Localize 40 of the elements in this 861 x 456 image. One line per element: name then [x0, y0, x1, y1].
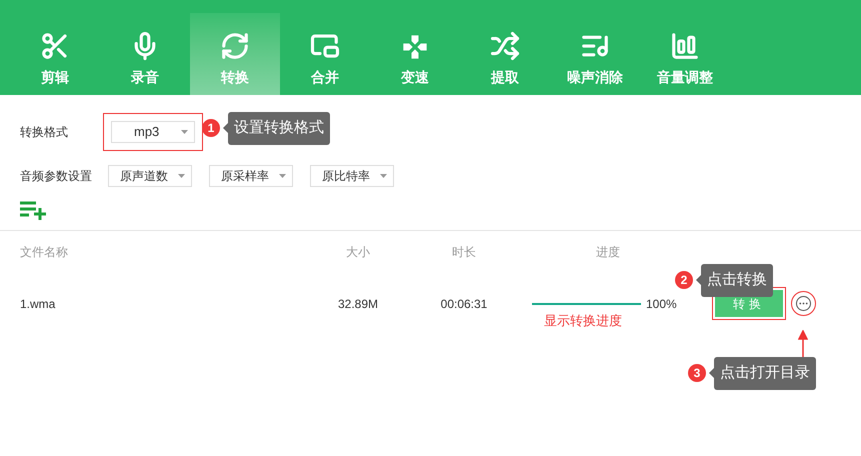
progress-note: 显示转换进度	[544, 312, 622, 330]
table-cell-text: 00:06:31	[440, 296, 488, 312]
column-header: 文件名称	[20, 244, 69, 261]
pointer-arrow	[798, 330, 808, 358]
caret-icon	[380, 174, 387, 178]
toolbar-tab[interactable]: 转换	[190, 13, 280, 95]
shuffle-icon	[490, 31, 520, 61]
toolbar-tab[interactable]: 提取	[460, 13, 550, 95]
refresh-icon	[220, 31, 250, 61]
format-select[interactable]: mp3	[111, 120, 195, 142]
caret-icon	[279, 174, 286, 178]
step-number-badge: 3	[688, 364, 706, 382]
caret-icon	[178, 174, 185, 178]
toolbar-tab[interactable]: 音量调整	[640, 13, 730, 95]
toolbar-tab[interactable]: 噪声消除	[550, 13, 640, 95]
parameter-select[interactable]: 原比特率	[310, 165, 394, 187]
more-icon[interactable]	[796, 296, 811, 311]
column-header: 时长	[452, 244, 476, 261]
toolbar-tab[interactable]: 剪辑	[10, 13, 100, 95]
tooltip: 点击转换	[701, 264, 773, 296]
tooltip: 设置转换格式	[228, 112, 330, 144]
bar-chart-icon	[670, 31, 700, 61]
tooltip: 点击打开目录	[714, 357, 816, 390]
progress-percent: 100%	[646, 296, 677, 312]
table-cell-text: 1.wma	[20, 296, 56, 312]
toolbar-tab[interactable]: 变速	[370, 13, 460, 95]
cross-arrows-icon	[401, 33, 429, 61]
caret-icon	[181, 130, 188, 134]
add-files-icon[interactable]	[20, 200, 48, 220]
parameter-select[interactable]: 原采样率	[209, 165, 293, 187]
table-cell-text: 32.89M	[338, 296, 378, 312]
parameter-select[interactable]: 原声道数	[108, 165, 192, 187]
column-header: 大小	[346, 244, 370, 261]
step-number-badge: 1	[202, 119, 220, 138]
field-label: 转换格式	[20, 124, 69, 140]
toolbar-tab[interactable]: 合并	[280, 13, 370, 95]
field-label: 音频参数设置	[20, 168, 91, 185]
toolbar-tab[interactable]: 录音	[100, 13, 190, 95]
column-header: 进度	[596, 244, 620, 261]
step-number-badge: 2	[675, 271, 693, 290]
